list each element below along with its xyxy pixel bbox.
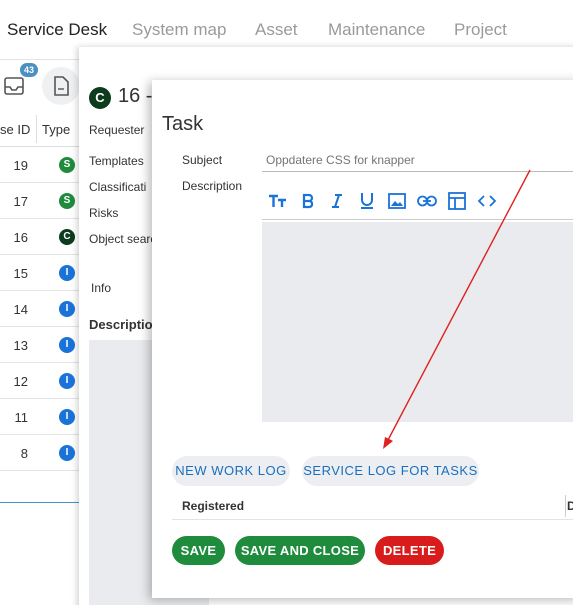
link-icon[interactable]	[415, 190, 439, 212]
case-id: 14	[13, 302, 28, 317]
delete-button[interactable]: DELETE	[375, 536, 444, 565]
case-type-icon: I	[59, 445, 75, 461]
bold-icon[interactable]	[296, 190, 320, 212]
subject-label: Subject	[182, 153, 223, 167]
italic-icon[interactable]	[325, 190, 349, 212]
type-column-header[interactable]: Type	[42, 122, 70, 137]
list-row[interactable]: 16 C	[0, 219, 80, 255]
document-icon[interactable]	[41, 66, 81, 106]
classification-label: Classificati	[89, 180, 147, 194]
case-type-icon: C	[59, 229, 75, 245]
task-description-editor[interactable]	[262, 222, 573, 422]
text-size-icon[interactable]	[266, 190, 290, 212]
requester-label: Requester	[89, 123, 145, 137]
nav-maintenance[interactable]: Maintenance	[328, 20, 425, 40]
list-row[interactable]: 8I	[0, 435, 80, 471]
case-type-icon: S	[59, 193, 75, 209]
templates-label: Templates	[89, 154, 144, 168]
case-type-icon: C	[89, 87, 111, 109]
inbox-count-badge: 43	[20, 63, 38, 77]
save-button[interactable]: SAVE	[172, 536, 225, 565]
case-type-icon: S	[59, 157, 75, 173]
nav-system-map[interactable]: System map	[132, 20, 226, 40]
list-row[interactable]: 11 I	[0, 399, 80, 435]
case-id: 13	[13, 338, 28, 353]
save-and-close-button[interactable]: SAVE AND CLOSE	[235, 536, 365, 565]
new-work-log-button[interactable]: NEW WORK LOG	[172, 456, 290, 486]
case-type-icon: I	[59, 265, 75, 281]
nav-project[interactable]: Project	[454, 20, 507, 40]
list-row[interactable]: 14 I	[0, 291, 80, 327]
case-id: 17	[13, 194, 28, 209]
case-id: 12	[13, 374, 28, 389]
task-dialog: Task Subject Description	[152, 80, 573, 598]
description-label: Description	[182, 179, 243, 193]
case-type-icon: I	[59, 373, 75, 389]
risks-label: Risks	[89, 206, 119, 220]
info-label: Info	[91, 281, 112, 295]
description-heading: Descriptio	[89, 317, 153, 332]
case-id: 11	[14, 410, 29, 425]
list-header: se ID Type	[0, 111, 80, 147]
list-row[interactable]: 15 I	[0, 255, 80, 291]
column-divider	[36, 115, 37, 143]
underline-icon[interactable]	[355, 190, 379, 212]
case-id: 19	[13, 158, 28, 173]
list-row[interactable]: 19 S	[0, 147, 80, 183]
image-icon[interactable]	[385, 190, 409, 212]
list-row[interactable]: 17 S	[0, 183, 80, 219]
code-icon[interactable]	[475, 190, 499, 212]
registered-column-header[interactable]: Registered	[182, 499, 244, 513]
id-column-header[interactable]: se ID	[0, 122, 30, 137]
case-type-icon: I	[59, 409, 75, 425]
editor-toolbar	[262, 180, 573, 220]
table-header-divider	[172, 519, 573, 520]
table-icon[interactable]	[445, 190, 469, 212]
column-divider	[565, 495, 566, 517]
list-row[interactable]: 12 I	[0, 363, 80, 399]
subject-input[interactable]	[262, 148, 573, 172]
service-log-button[interactable]: SERVICE LOG FOR TASKS	[302, 456, 479, 486]
object-search-label: Object searc	[89, 232, 157, 246]
case-id: 8	[20, 446, 28, 461]
list-divider	[0, 502, 80, 503]
nav-asset[interactable]: Asset	[255, 20, 298, 40]
dialog-title: Task	[162, 113, 204, 135]
case-id: 15	[13, 266, 28, 281]
nav-service-desk[interactable]: Service Desk	[7, 20, 107, 40]
list-row[interactable]: 13 I	[0, 327, 80, 363]
ticket-title: 16 -	[118, 85, 153, 107]
app-root: Service Desk System map Asset Maintenanc…	[0, 0, 573, 605]
case-id: 16	[13, 230, 28, 245]
next-column-header[interactable]: D	[567, 499, 573, 513]
case-type-icon: I	[59, 301, 75, 317]
case-type-icon: I	[59, 337, 75, 353]
